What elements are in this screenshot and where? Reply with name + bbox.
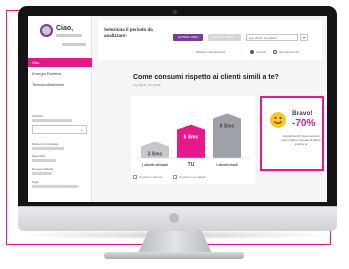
field-label-superficie: Superficie: [32, 154, 46, 158]
radio-mensili-label: Mensili/periodo: [279, 50, 300, 54]
comparison-heading: Come consumi rispetto ai clienti simili …: [133, 74, 279, 81]
app-screen: Ciao, Gas Energia Elettrica Teleriscalda…: [28, 16, 327, 202]
account-placeholder: [62, 43, 86, 46]
category-label: TU: [188, 162, 195, 168]
category-label: I clienti virtuosi: [142, 163, 168, 167]
category-label: I clienti medi: [216, 163, 237, 167]
monitor-stand-neck: [138, 231, 212, 253]
camera-dot: [173, 10, 177, 14]
radio-mensili[interactable]: [273, 50, 277, 54]
greeting: Ciao,: [56, 25, 74, 32]
notes-placeholder: [32, 185, 78, 188]
stage: Ciao, Gas Energia Elettrica Teleriscalda…: [0, 0, 349, 269]
legend-estimated: Consumo stimato: [139, 175, 163, 179]
bar-value-label: 8 Smc: [220, 124, 235, 130]
result-value: -70%: [292, 118, 316, 129]
bar-1: [177, 124, 205, 158]
monitor-stand-base: [104, 252, 244, 259]
field-label-fogli: Fogli: [32, 180, 39, 184]
field-label-abitanti: Numero abitanti: [32, 167, 54, 171]
result-title: Bravo!: [292, 110, 313, 117]
radio-annuali-label: Annuali: [256, 50, 267, 54]
bar-value-label: 6 Smc: [184, 135, 199, 141]
result-card: Bravo! -70% Complimenti! I tuoi consumi …: [260, 96, 324, 171]
field-label-indirizzo: Indirizzo: [32, 114, 44, 118]
legend-swatch-adult: [173, 175, 177, 179]
period-card: Seleziona il periodo da analizzare: ULTI…: [98, 20, 322, 60]
sidebar-item-energia[interactable]: Energia Elettrica: [32, 71, 61, 76]
last-year-button[interactable]: ULTIMO ANNO: [173, 34, 203, 41]
chevron-down-icon: ⌄: [79, 127, 84, 133]
avatar[interactable]: [40, 24, 53, 37]
address-select[interactable]: ⌄: [32, 125, 87, 134]
date-range-dropdown[interactable]: ▾: [300, 34, 308, 41]
monitor-logo-icon: [169, 213, 179, 223]
sidebar-item-teleriscaldamento[interactable]: Teleriscaldamento: [32, 82, 64, 87]
compare-label: Mostra i miei consumi: [196, 50, 226, 54]
button-label: ULTIMO ANNO: [178, 35, 199, 39]
smile-icon: [270, 112, 286, 128]
bar-2: [213, 113, 241, 158]
legend-swatch-estimated: [133, 175, 137, 179]
address-placeholder: [32, 119, 72, 122]
comparison-period: Lug 2018 - Giu 2019: [133, 83, 161, 87]
radio-annuali[interactable]: [250, 50, 254, 54]
sidebar-item-gas[interactable]: Gas: [28, 58, 92, 67]
legend-adult: Consumo per adulto: [179, 175, 207, 179]
contract-placeholder: [32, 147, 64, 150]
date-range-field[interactable]: Lug 2018 - Giu 2019: [246, 34, 298, 41]
chart-svg: 3 Smc I clienti virtuosi 6 Smc TU 8 Smc I cli…: [135, 113, 251, 168]
last-month-button[interactable]: ULTIMO MESE: [208, 34, 241, 41]
sidebar-item-label: Gas: [32, 60, 40, 65]
inhabitants-placeholder: [32, 172, 52, 175]
bar-value-label: 3 Smc: [148, 151, 163, 157]
sidebar: Ciao, Gas Energia Elettrica Teleriscalda…: [28, 16, 92, 202]
user-name-placeholder: [56, 34, 82, 37]
comparison-chart: 3 Smc I clienti virtuosi 6 Smc TU 8 Smc I cli…: [131, 96, 255, 184]
surface-placeholder: [32, 159, 56, 162]
button-label: ULTIMO MESE: [213, 35, 234, 39]
field-label-contratto: Numero di contratto: [32, 142, 59, 146]
period-title: Seleziona il periodo da analizzare:: [104, 27, 153, 38]
result-description: Complimenti! I tuoi consumi sono inferio…: [281, 134, 321, 146]
